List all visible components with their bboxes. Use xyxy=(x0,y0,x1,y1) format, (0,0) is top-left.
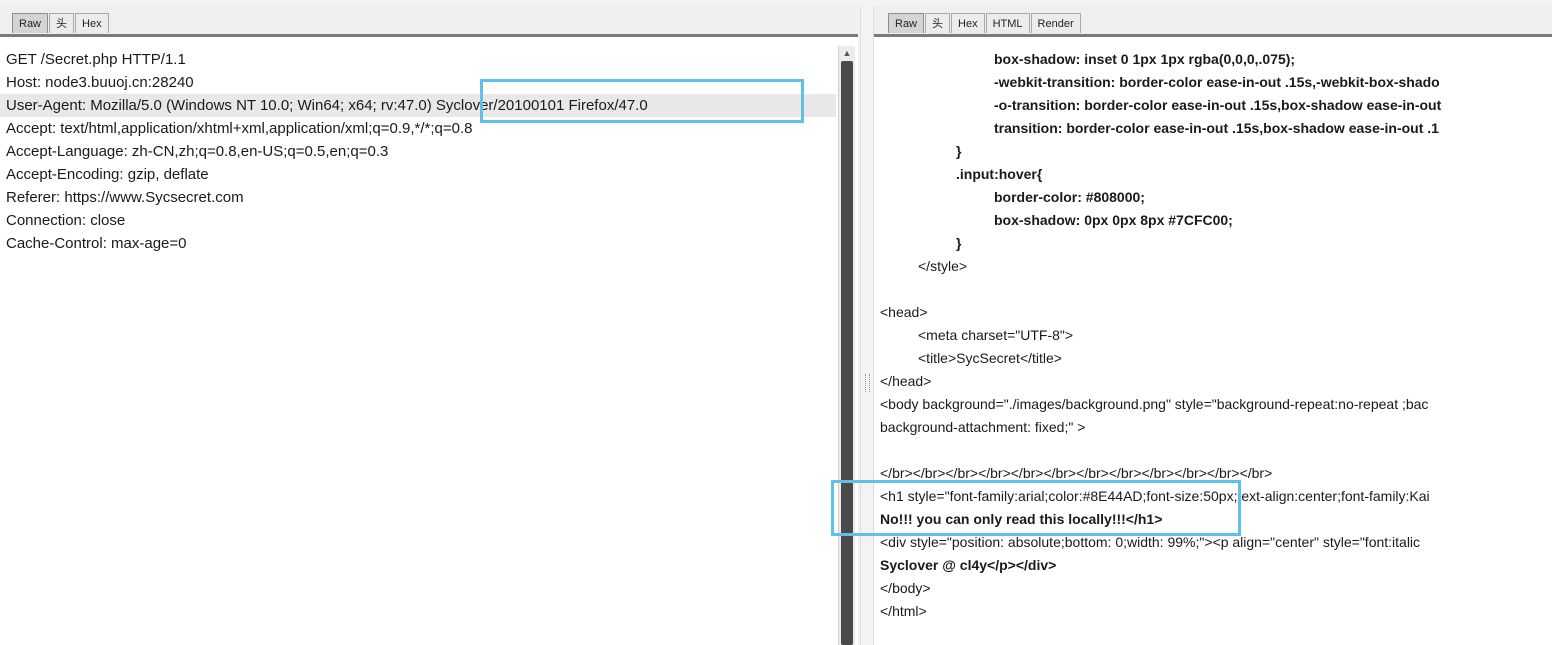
request-line: Host: node3.buuoj.cn:28240 xyxy=(6,74,194,91)
response-line: <body background="./images/background.pn… xyxy=(880,396,1429,412)
response-line: No!!! you can only read this locally!!!<… xyxy=(880,511,1163,527)
response-line: </br></br></br></br></br></br></br></br>… xyxy=(880,465,1273,481)
response-tabbar: Raw 头 Hex HTML Render xyxy=(874,6,1552,37)
response-line: transition: border-color ease-in-out .15… xyxy=(994,120,1439,136)
request-scrollbar[interactable]: ▲ xyxy=(838,46,855,645)
burp-repeater-view: Raw 头 Hex GET /Secret.php HTTP/1.1 Host:… xyxy=(0,0,1552,645)
response-line: box-shadow: 0px 0px 8px #7CFC00; xyxy=(994,212,1233,228)
splitter-grip-icon[interactable] xyxy=(865,374,870,392)
response-line: -webkit-transition: border-color ease-in… xyxy=(994,74,1440,90)
response-tab-headers[interactable]: 头 xyxy=(925,13,951,33)
response-pane: Raw 头 Hex HTML Render box-shadow: inset … xyxy=(874,6,1552,645)
response-line: <head> xyxy=(880,304,928,320)
response-line: .input:hover{ xyxy=(956,166,1043,182)
response-line: } xyxy=(956,235,962,251)
scrollbar-thumb[interactable] xyxy=(841,61,853,645)
response-line: } xyxy=(956,143,962,159)
response-tab-html[interactable]: HTML xyxy=(985,13,1030,33)
response-line: <h1 style="font-family:arial;color:#8E44… xyxy=(880,488,1430,504)
request-tabbar: Raw 头 Hex xyxy=(0,6,858,37)
request-line: Cache-Control: max-age=0 xyxy=(6,235,187,252)
request-tab-hex[interactable]: Hex xyxy=(75,13,109,33)
response-line: border-color: #808000; xyxy=(994,189,1145,205)
response-tab-raw[interactable]: Raw xyxy=(888,13,925,33)
request-line: Referer: https://www.Sycsecret.com xyxy=(6,189,244,206)
response-tab-render[interactable]: Render xyxy=(1030,13,1081,33)
request-editor[interactable]: GET /Secret.php HTTP/1.1 Host: node3.buu… xyxy=(0,48,858,645)
request-line: GET /Secret.php HTTP/1.1 xyxy=(6,51,186,68)
request-line-highlighted: User-Agent: Mozilla/5.0 (Windows NT 10.0… xyxy=(0,94,836,117)
response-line: background-attachment: fixed;" > xyxy=(880,419,1086,435)
request-line: Accept-Encoding: gzip, deflate xyxy=(6,166,209,183)
response-line: <title>SycSecret</title> xyxy=(918,350,1062,366)
response-line: </style> xyxy=(918,258,968,274)
response-editor[interactable]: box-shadow: inset 0 1px 1px rgba(0,0,0,.… xyxy=(874,48,1552,645)
response-line: </html> xyxy=(880,603,927,619)
request-tab-raw[interactable]: Raw xyxy=(12,13,49,33)
response-line: <div style="position: absolute;bottom: 0… xyxy=(880,534,1421,550)
request-line: Connection: close xyxy=(6,212,126,229)
scroll-up-icon[interactable]: ▲ xyxy=(839,46,855,60)
response-line: -o-transition: border-color ease-in-out … xyxy=(994,97,1442,113)
response-line: box-shadow: inset 0 1px 1px rgba(0,0,0,.… xyxy=(994,51,1296,67)
request-tab-headers[interactable]: 头 xyxy=(49,13,75,33)
response-line: <meta charset="UTF-8"> xyxy=(918,327,1074,343)
request-pane: Raw 头 Hex GET /Secret.php HTTP/1.1 Host:… xyxy=(0,6,858,645)
pane-splitter[interactable] xyxy=(860,6,874,645)
response-tab-hex[interactable]: Hex xyxy=(951,13,985,33)
request-line: Accept: text/html,application/xhtml+xml,… xyxy=(6,120,473,137)
request-line: Accept-Language: zh-CN,zh;q=0.8,en-US;q=… xyxy=(6,143,389,160)
response-line: </head> xyxy=(880,373,932,389)
response-line: Syclover @ cl4y</p></div> xyxy=(880,557,1057,573)
response-line: </body> xyxy=(880,580,931,596)
